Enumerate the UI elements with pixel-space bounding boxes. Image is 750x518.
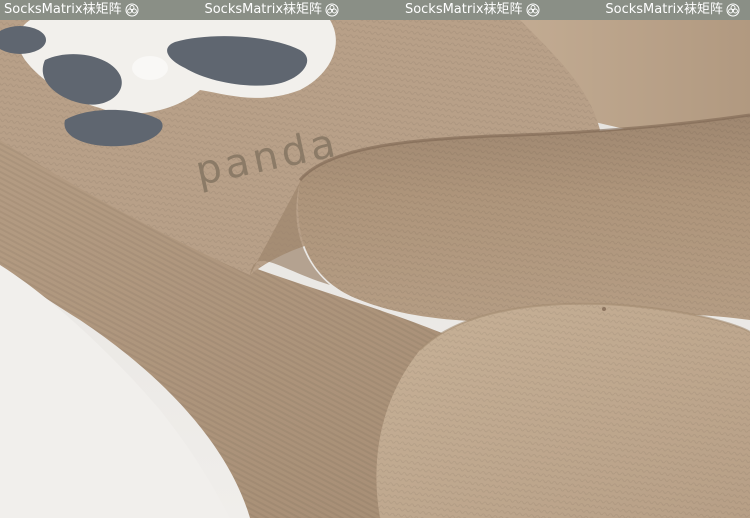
watermark-text: SocksMatrix袜矩阵 [4, 2, 122, 17]
flower-badge-icon [325, 3, 339, 17]
watermark-item: SocksMatrix袜矩阵 [4, 0, 139, 20]
toe-seam-point [602, 307, 606, 311]
watermark-item: SocksMatrix袜矩阵 [605, 0, 740, 20]
watermark-banner: SocksMatrix袜矩阵 SocksMatrix袜矩阵 SocksMatri… [0, 0, 750, 20]
watermark-text: SocksMatrix袜矩阵 [605, 2, 723, 17]
watermark-text: SocksMatrix袜矩阵 [204, 2, 323, 17]
flower-badge-icon [726, 3, 740, 17]
flower-badge-icon [125, 3, 139, 17]
watermark-item: SocksMatrix袜矩阵 [204, 0, 339, 20]
watermark-item: SocksMatrix袜矩阵 [405, 0, 540, 20]
watermark-text: SocksMatrix袜矩阵 [404, 2, 523, 17]
sock-photo-illustration: panda [0, 20, 750, 518]
sock-photo: panda [0, 20, 750, 518]
flower-badge-icon [526, 3, 540, 17]
